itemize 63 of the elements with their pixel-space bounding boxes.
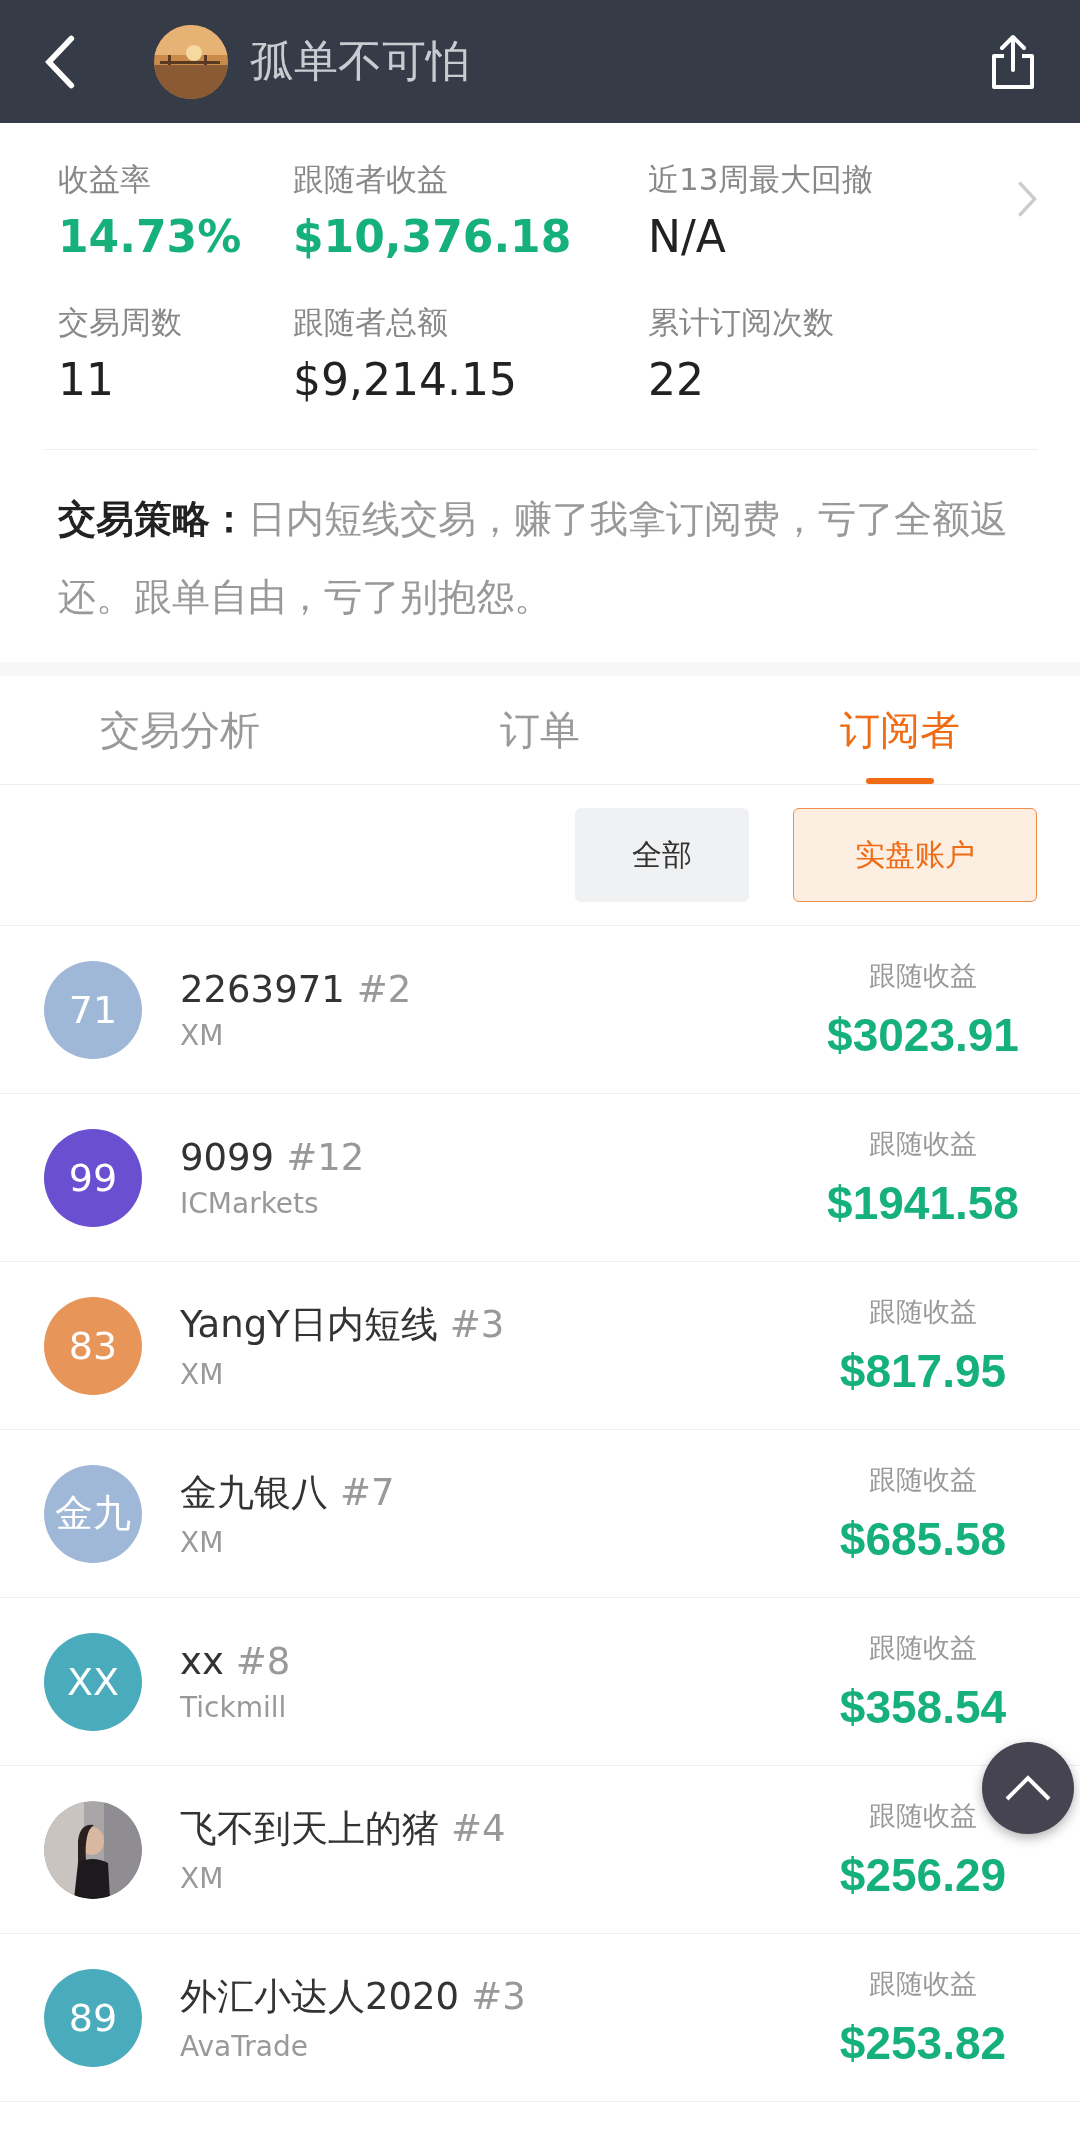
broker-name: XM bbox=[180, 1862, 225, 1895]
avatar: 99 bbox=[44, 1128, 142, 1227]
broker-name: XM bbox=[180, 1018, 225, 1052]
broker-name: XM bbox=[180, 1358, 225, 1391]
subscriber-name: 2263971 bbox=[180, 967, 345, 1011]
rank-label: #2 bbox=[356, 967, 412, 1011]
stat-label: 累计订阅次数 bbox=[648, 303, 835, 342]
chevron-up-icon bbox=[1003, 1773, 1053, 1803]
subscriber-row[interactable]: 89 外汇小达人2020 #3 AvaTrade 跟随收益 $253.82 bbox=[0, 1934, 1080, 2102]
avatar: 71 bbox=[44, 960, 142, 1059]
stat-value: 22 bbox=[648, 354, 705, 405]
earnings-label: 跟随收益 bbox=[869, 1126, 977, 1161]
stat-value: N/A bbox=[648, 211, 727, 262]
stat-label: 近13周最大回撤 bbox=[648, 160, 875, 199]
avatar: 金九 bbox=[44, 1464, 142, 1563]
broker-name: ICMarkets bbox=[180, 1186, 320, 1220]
stat-value: 11 bbox=[58, 354, 115, 405]
avatar: 83 bbox=[44, 1296, 142, 1395]
stat-label: 跟随者收益 bbox=[293, 160, 449, 199]
stat-value: $10,376.18 bbox=[293, 211, 573, 262]
rank-label: #12 bbox=[286, 1135, 365, 1179]
stat-value: 14.73% bbox=[58, 211, 243, 262]
earnings-amount: $253.82 bbox=[839, 2015, 1007, 2070]
stat-value: $9,214.15 bbox=[293, 354, 518, 405]
rank-label: #3 bbox=[449, 1303, 505, 1346]
subscriber-name: xx bbox=[180, 1639, 224, 1683]
earnings-label: 跟随收益 bbox=[869, 1798, 977, 1833]
subscriber-row[interactable]: 83 YangY日内短线 #3 XM 跟随收益 $817.95 bbox=[0, 1262, 1080, 1430]
stat-label: 交易周数 bbox=[58, 303, 183, 342]
rank-label: #3 bbox=[471, 1975, 526, 2018]
filter-button[interactable]: 全部 bbox=[575, 808, 749, 902]
broker-name: Tickmill bbox=[180, 1690, 288, 1724]
subscriber-name: 9099 bbox=[180, 1135, 275, 1179]
rank-label: #8 bbox=[235, 1639, 291, 1683]
stat-label: 跟随者总额 bbox=[293, 303, 449, 342]
broker-name: AvaTrade bbox=[180, 2030, 309, 2063]
earnings-label: 跟随收益 bbox=[869, 1966, 977, 2001]
scroll-top-button[interactable] bbox=[982, 1742, 1074, 1834]
subscriber-name: 金九银八 bbox=[180, 1470, 328, 1516]
strategy-text: 交易策略：日内短线交易，赚了我拿订阅费，亏了全额返还。跟单自由，亏了别抱怨。 bbox=[58, 496, 1009, 621]
subscriber-name: 飞不到天上的猪 bbox=[180, 1806, 439, 1852]
subscriber-row[interactable]: 99 9099 #12 ICMarkets 跟随收益 $1941.58 bbox=[0, 1094, 1080, 1262]
earnings-label: 跟随收益 bbox=[869, 958, 977, 993]
stat-label: 收益率 bbox=[58, 160, 152, 199]
earnings-label: 跟随收益 bbox=[869, 1294, 977, 1329]
earnings-amount: $3023.91 bbox=[827, 1007, 1019, 1062]
earnings-amount: $1941.58 bbox=[827, 1175, 1019, 1230]
broker-name: XM bbox=[180, 1526, 225, 1559]
earnings-amount: $817.95 bbox=[839, 1343, 1007, 1398]
avatar: 89 bbox=[44, 1968, 142, 2067]
earnings-amount: $358.54 bbox=[839, 1679, 1007, 1734]
earnings-amount: $685.58 bbox=[839, 1511, 1007, 1566]
rank-label: #4 bbox=[451, 1807, 506, 1850]
subscriber-row[interactable]: 金九 金九银八 #7 XM 跟随收益 $685.58 bbox=[0, 1430, 1080, 1598]
subscriber-name: 外汇小达人2020 bbox=[180, 1974, 460, 2020]
subscriber-name: YangY日内短线 bbox=[180, 1302, 438, 1348]
avatar: XX bbox=[44, 1632, 142, 1731]
rank-label: #7 bbox=[340, 1471, 395, 1514]
subscriber-row[interactable]: 71 2263971 #2 XM 跟随收益 $3023.91 bbox=[0, 926, 1080, 1094]
page-title: 孤单不可怕 bbox=[250, 34, 471, 88]
earnings-amount: $256.29 bbox=[839, 1847, 1007, 1902]
earnings-label: 跟随收益 bbox=[869, 1630, 977, 1665]
earnings-label: 跟随收益 bbox=[869, 1462, 977, 1497]
